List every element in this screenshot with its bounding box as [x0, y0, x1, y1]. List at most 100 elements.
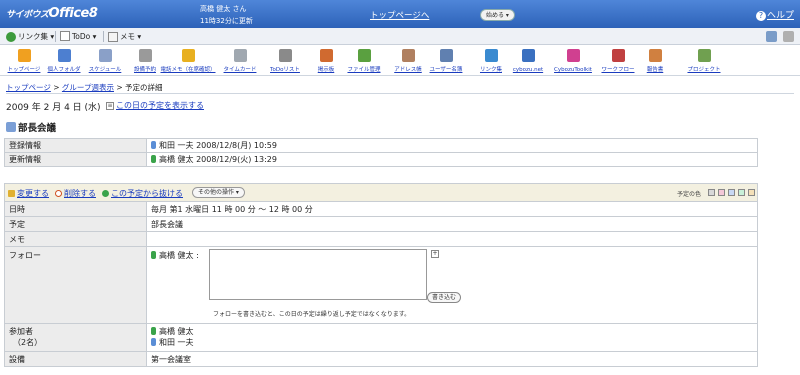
app-icon	[98, 49, 112, 62]
breadcrumb-top[interactable]: トップページ	[6, 83, 51, 92]
app-icon	[697, 49, 711, 62]
participants-value: 高橋 健太 和田 一夫	[146, 323, 758, 352]
app-label: 個人フォルダ	[47, 67, 81, 73]
app-icon	[484, 49, 498, 62]
app-icon	[278, 49, 292, 62]
participant[interactable]: 和田 一夫	[151, 337, 753, 348]
memo-icon	[108, 31, 118, 42]
follow-user: 高橋 健太 :	[151, 250, 199, 261]
delete-icon	[55, 190, 62, 197]
cybozu-logo[interactable]: サイボウズOffice8	[6, 6, 98, 21]
participants-label: 参加者 （2名）	[4, 323, 147, 352]
delete-action[interactable]: 削除する	[55, 188, 96, 199]
updated-value: 高橋 健太 2008/12/9(火) 13:29	[146, 152, 758, 167]
app-icon	[138, 49, 152, 62]
user-icon	[151, 338, 156, 346]
user-icon	[151, 155, 156, 163]
participant[interactable]: 高橋 健太	[151, 326, 753, 337]
table-row: メモ	[4, 231, 758, 247]
datetime-label: 日時	[4, 201, 147, 217]
memo-value	[146, 231, 758, 247]
datetime-value: 毎月 第1 水曜日 11 時 00 分 ～ 12 時 00 分	[146, 201, 758, 217]
app-label: ファイル管理	[347, 67, 381, 73]
follow-label: フォロー	[4, 246, 147, 324]
registration-table: 登録情報 和田 一夫 2008/12/8(月) 10:59 更新情報 高橋 健太…	[4, 138, 758, 167]
app-icon	[319, 49, 333, 62]
start-button[interactable]: 始める ▾	[480, 9, 515, 21]
schedule-value: 部長会議	[146, 216, 758, 232]
updated-label: 更新情報	[4, 152, 147, 167]
expand-icon[interactable]: +	[431, 250, 439, 258]
other-actions-button[interactable]: その他の操作 ▾	[192, 187, 245, 198]
help-link[interactable]: ? ヘルプ	[755, 8, 794, 21]
links-menu[interactable]: リンク集 ▾	[6, 31, 54, 42]
show-day-link[interactable]: ≡ この日の予定を表示する	[106, 100, 204, 111]
detail-table: 日時 毎月 第1 水曜日 11 時 00 分 ～ 12 時 00 分 予定 部長…	[4, 201, 758, 367]
write-button[interactable]: 書き込む	[427, 292, 462, 303]
app-label: リンク集	[479, 67, 502, 73]
table-row: 設備 第一会議室	[4, 351, 758, 367]
header-bar: サイボウズOffice8 高橋 健太 さん 11時32分に更新 トップページへ …	[0, 0, 800, 28]
table-row: 予定 部長会議	[4, 216, 758, 232]
menu-bar: リンク集 ▾ ToDo ▾ メモ ▾	[0, 28, 800, 45]
app-label: プロジェクト	[687, 67, 721, 73]
memo-menu[interactable]: メモ ▾	[108, 31, 141, 42]
participants-count: （2名）	[13, 338, 43, 347]
color-swatch[interactable]	[718, 189, 725, 196]
user-leave-icon	[102, 190, 109, 197]
sync-icon[interactable]	[766, 31, 777, 42]
divider	[6, 93, 794, 94]
app-icon	[357, 49, 371, 62]
app-label: タイムカード	[223, 67, 257, 73]
breadcrumb: トップページ > グループ週表示 > 予定の詳細	[6, 83, 163, 92]
breadcrumb-current: 予定の詳細	[125, 83, 163, 92]
app-icon	[17, 49, 31, 62]
globe-icon	[6, 31, 16, 42]
table-row: 参加者 （2名） 高橋 健太 和田 一夫	[4, 323, 758, 352]
follow-textarea[interactable]	[209, 249, 427, 300]
leave-action[interactable]: この予定から抜ける	[102, 188, 183, 199]
app-label: cybozu.net	[512, 67, 544, 73]
app-16[interactable]: プロジェクト	[676, 49, 732, 73]
app-label: ToDoリスト	[270, 67, 300, 73]
action-bar: 変更する 削除する この予定から抜ける その他の操作 ▾ 予定の色	[4, 183, 758, 201]
app-icon	[566, 49, 580, 62]
app-icon	[233, 49, 247, 62]
utility-icons	[766, 31, 794, 42]
color-swatch[interactable]	[748, 189, 755, 196]
follow-note: フォローを書き込むと、この日の予定は繰り返し予定ではなくなります。	[213, 311, 411, 318]
edit-action[interactable]: 変更する	[8, 188, 49, 199]
settings-icon[interactable]	[783, 31, 794, 42]
user-icon	[151, 251, 156, 259]
app-15[interactable]: 報告書	[627, 49, 683, 73]
top-page-link[interactable]: トップページへ	[370, 9, 429, 21]
app-icon	[611, 49, 625, 62]
app-icon	[181, 49, 195, 62]
checklist-icon	[60, 31, 70, 41]
memo-label: メモ	[4, 231, 147, 247]
user-icon	[151, 327, 156, 335]
schedule-date: 2009 年 2 月 4 日 (水)	[6, 103, 101, 113]
todo-menu[interactable]: ToDo ▾	[60, 31, 96, 41]
color-swatch[interactable]	[708, 189, 715, 196]
facility-label: 設備	[4, 351, 147, 367]
pencil-icon	[8, 190, 15, 197]
user-name: 高橋 健太 さん	[200, 5, 247, 13]
color-swatch[interactable]	[738, 189, 745, 196]
user-info: 高橋 健太 さん 11時32分に更新	[200, 3, 253, 27]
color-swatch[interactable]	[728, 189, 735, 196]
calendar-icon: ≡	[106, 101, 114, 110]
breadcrumb-group-week[interactable]: グループ週表示	[62, 83, 114, 92]
table-row: 登録情報 和田 一夫 2008/12/8(月) 10:59	[4, 138, 758, 153]
app-launcher: トップページ 個人フォルダ スケジュール 設備予約 電話メモ（在席確認） タイムカード To…	[0, 46, 800, 76]
table-row: フォロー 高橋 健太 : + 書き込む フォローを書き込むと、この日の予定は繰り…	[4, 246, 758, 324]
event-icon	[6, 122, 16, 132]
page-title: 部長会議	[6, 120, 56, 134]
color-label: 予定の色	[677, 191, 702, 198]
app-4[interactable]: 電話メモ（在席確認）	[160, 49, 216, 73]
app-icon	[521, 49, 535, 62]
facility-value: 第一会議室	[146, 351, 758, 367]
app-icon	[401, 49, 415, 62]
app-icon	[648, 49, 662, 62]
app-label: CybozuToolkit	[554, 67, 592, 73]
